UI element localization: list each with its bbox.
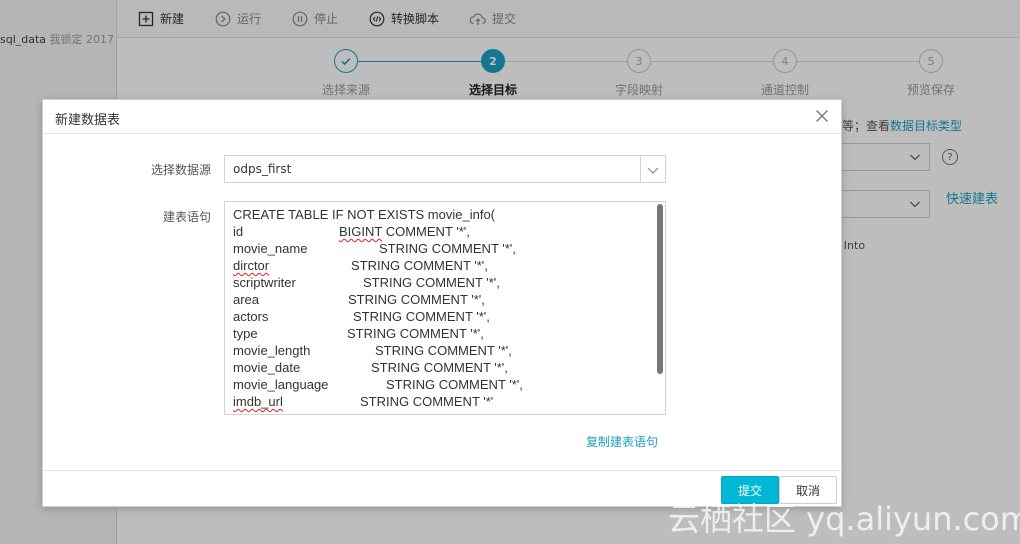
datasource-value: odps_first bbox=[233, 162, 292, 176]
ddl-column-name: imdb_url bbox=[233, 394, 283, 409]
datasource-label: 选择数据源 bbox=[150, 163, 211, 177]
ddl-column-line: actors STRING COMMENT '*', bbox=[233, 308, 653, 325]
ddl-column-type: STRING COMMENT '*', bbox=[348, 292, 485, 307]
ddl-column-type: STRING COMMENT '*', bbox=[353, 309, 490, 324]
ddl-column-name: movie_language bbox=[233, 377, 329, 392]
watermark: 云栖社区 yq.aliyun.com bbox=[668, 500, 1020, 538]
copy-ddl-link[interactable]: 复制建表语句 bbox=[586, 433, 658, 450]
ddl-column-line: area STRING COMMENT '*', bbox=[233, 291, 653, 308]
ddl-column-type: BIGINT COMMENT '*', bbox=[339, 224, 470, 239]
ddl-column-name: scriptwriter bbox=[233, 275, 296, 290]
ddl-column-name: movie_name bbox=[233, 241, 308, 256]
ddl-column-name: dirctor bbox=[233, 258, 270, 273]
ddl-column-line: movie_date STRING COMMENT '*', bbox=[233, 359, 653, 376]
ddl-column-line: imdb_url STRING COMMENT '*' bbox=[233, 393, 653, 410]
dialog-title: 新建数据表 bbox=[55, 113, 121, 128]
ddl-column-line: scriptwriter STRING COMMENT '*', bbox=[233, 274, 653, 291]
ddl-column-line: movie_length STRING COMMENT '*', bbox=[233, 342, 653, 359]
select-divider bbox=[640, 156, 641, 182]
ddl-column-type: STRING COMMENT '*', bbox=[379, 241, 516, 256]
chevron-down-icon bbox=[646, 163, 660, 180]
datasource-select[interactable]: odps_first bbox=[224, 155, 666, 183]
ddl-type-keyword: BIGINT bbox=[339, 224, 383, 239]
close-icon[interactable] bbox=[813, 107, 831, 125]
ddl-column-name: movie_length bbox=[233, 343, 311, 358]
ddl-textarea[interactable]: CREATE TABLE IF NOT EXISTS movie_info( i… bbox=[224, 201, 666, 415]
ddl-column-line: id BIGINT COMMENT '*', bbox=[233, 223, 653, 240]
ddl-column-line: movie_name STRING COMMENT '*', bbox=[233, 240, 653, 257]
ddl-column-type: STRING COMMENT '*', bbox=[375, 343, 512, 358]
ddl-label: 建表语句 bbox=[162, 210, 211, 224]
ddl-column-type: STRING COMMENT '*', bbox=[386, 377, 523, 392]
ddl-column-line: dirctor STRING COMMENT '*', bbox=[233, 257, 653, 274]
scrollbar-thumb[interactable] bbox=[657, 204, 663, 374]
ddl-first-line: CREATE TABLE IF NOT EXISTS movie_info( bbox=[233, 207, 495, 222]
ddl-column-type: STRING COMMENT '*', bbox=[347, 326, 484, 341]
ddl-column-name: id bbox=[233, 224, 244, 239]
ddl-column-name: area bbox=[233, 292, 260, 307]
dialog-header: 新建数据表 bbox=[43, 100, 841, 134]
ddl-column-type: STRING COMMENT '*', bbox=[363, 275, 500, 290]
ddl-column-name: movie_date bbox=[233, 360, 301, 375]
ddl-column-type: STRING COMMENT '*', bbox=[351, 258, 488, 273]
ddl-column-name: type bbox=[233, 326, 258, 341]
ddl-column-line: movie_language STRING COMMENT '*', bbox=[233, 376, 653, 393]
ddl-column-type: STRING COMMENT '*' bbox=[360, 394, 494, 409]
ddl-column-line: type STRING COMMENT '*', bbox=[233, 325, 653, 342]
ddl-column-name: actors bbox=[233, 309, 269, 324]
ddl-column-type: STRING COMMENT '*', bbox=[371, 360, 508, 375]
ddl-code: CREATE TABLE IF NOT EXISTS movie_info( i… bbox=[233, 206, 653, 410]
create-table-dialog: 新建数据表 选择数据源 odps_first 建表语句 CREATE TABLE… bbox=[42, 99, 842, 507]
